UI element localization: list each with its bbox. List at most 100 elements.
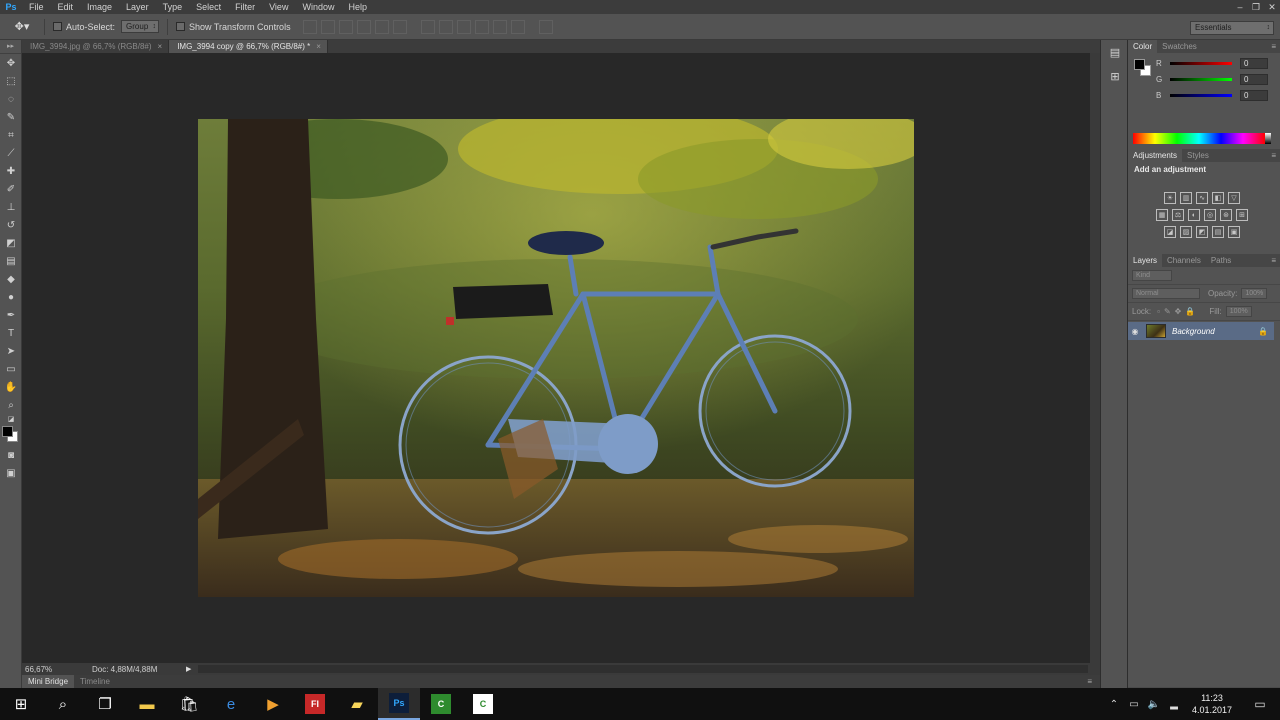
tab-mini-bridge[interactable]: Mini Bridge — [22, 675, 75, 688]
network-icon[interactable]: ▂ — [1164, 699, 1184, 710]
color-lookup-icon[interactable]: ⊞ — [1236, 209, 1248, 221]
gradient-tool-icon[interactable]: ▤ — [0, 252, 22, 270]
brightness-contrast-icon[interactable]: ☀ — [1164, 192, 1176, 204]
screen-mode-icon[interactable]: ▣ — [0, 464, 22, 482]
tab-timeline[interactable]: Timeline — [74, 675, 116, 688]
tab-swatches[interactable]: Swatches — [1157, 40, 1202, 53]
taskbar-clock[interactable]: 11:23 4.01.2017 — [1184, 692, 1240, 716]
tab-img-3994-copy[interactable]: IMG_3994 copy @ 66,7% (RGB/8#) * × — [169, 40, 328, 53]
start-button[interactable]: ⊞ — [0, 688, 42, 720]
file-explorer-button[interactable]: ▬ — [126, 688, 168, 720]
tab-color[interactable]: Color — [1128, 40, 1158, 53]
blue-value-field[interactable]: 0 — [1240, 89, 1268, 101]
hue-saturation-icon[interactable]: ▦ — [1156, 209, 1168, 221]
auto-select-dropdown[interactable]: Group — [121, 20, 160, 33]
panel-menu-icon[interactable]: ≡ — [1271, 40, 1276, 53]
history-panel-icon[interactable]: ▤ — [1101, 40, 1129, 64]
tray-expand-icon[interactable]: ⌃ — [1104, 699, 1124, 710]
zoom-tool-icon[interactable]: ⌕ — [0, 396, 22, 414]
panel-grip-icon[interactable]: ▸▸ — [0, 40, 21, 54]
align-vcenter-icon[interactable] — [320, 19, 335, 34]
dodge-tool-icon[interactable]: ● — [0, 288, 22, 306]
tab-img-3994[interactable]: IMG_3994.jpg @ 66,7% (RGB/8#) × — [22, 40, 170, 53]
auto-select-checkbox[interactable] — [53, 22, 62, 31]
opacity-field[interactable]: 100% — [1241, 288, 1268, 299]
store-button[interactable]: 🛍 — [168, 688, 210, 720]
invert-icon[interactable]: ◪ — [1164, 226, 1176, 238]
edge-button[interactable]: e — [210, 688, 252, 720]
vibrance-icon[interactable]: ▽ — [1228, 192, 1240, 204]
photo-filter-icon[interactable]: ◎ — [1204, 209, 1216, 221]
distribute-hcenter-icon[interactable] — [492, 19, 507, 34]
menu-help[interactable]: Help — [341, 2, 374, 12]
panel-menu-icon[interactable]: ≡ — [1271, 254, 1276, 267]
menu-file[interactable]: File — [22, 2, 51, 12]
auto-align-layers-icon[interactable] — [538, 19, 553, 34]
distribute-vcenter-icon[interactable] — [438, 19, 453, 34]
path-select-tool-icon[interactable]: ➤ — [0, 342, 22, 360]
blur-tool-icon[interactable]: ◆ — [0, 270, 22, 288]
menu-type[interactable]: Type — [156, 2, 190, 12]
menu-select[interactable]: Select — [189, 2, 228, 12]
blend-mode-select[interactable]: Normal — [1132, 288, 1200, 299]
channel-mixer-icon[interactable]: ⊛ — [1220, 209, 1232, 221]
layer-background[interactable]: ◉ Background 🔒 — [1128, 322, 1274, 340]
brush-tool-icon[interactable]: ✐ — [0, 180, 22, 198]
minimize-button[interactable]: – — [1232, 0, 1248, 14]
align-hcenter-icon[interactable] — [374, 19, 389, 34]
green-app-taskbar-button[interactable]: C — [420, 688, 462, 720]
fill-field[interactable]: 100% — [1225, 306, 1252, 317]
media-player-button[interactable]: ▶ — [252, 688, 294, 720]
distribute-top-icon[interactable] — [420, 19, 435, 34]
search-button[interactable]: ⌕ — [42, 688, 84, 720]
color-spectrum-ramp[interactable] — [1133, 133, 1271, 144]
type-tool-icon[interactable]: T — [0, 324, 22, 342]
eyedropper-tool-icon[interactable]: ⟋ — [0, 144, 22, 162]
document-canvas-image[interactable] — [198, 119, 914, 597]
move-tool-icon[interactable]: ✥ — [0, 54, 22, 72]
tab-adjustments[interactable]: Adjustments — [1128, 149, 1183, 162]
show-transform-checkbox[interactable] — [176, 22, 186, 31]
workspace-switcher[interactable]: Essentials — [1190, 21, 1274, 35]
lock-icons[interactable]: ▫✎✥🔒 — [1157, 307, 1199, 316]
distribute-right-icon[interactable] — [510, 19, 525, 34]
marquee-tool-icon[interactable]: ⬚ — [0, 72, 22, 90]
threshold-icon[interactable]: ◩ — [1196, 226, 1208, 238]
foreground-color-swatch[interactable] — [1134, 59, 1145, 70]
tab-paths[interactable]: Paths — [1206, 254, 1236, 267]
color-swatches[interactable] — [0, 424, 22, 446]
crop-tool-icon[interactable]: ⌗ — [0, 126, 22, 144]
task-view-button[interactable]: ❐ — [84, 688, 126, 720]
quick-mask-icon[interactable]: ◙ — [0, 446, 22, 464]
tab-styles[interactable]: Styles — [1182, 149, 1214, 162]
posterize-icon[interactable]: ▨ — [1180, 226, 1192, 238]
menu-edit[interactable]: Edit — [51, 2, 81, 12]
clone-stamp-tool-icon[interactable]: ⊥ — [0, 198, 22, 216]
close-tab-icon[interactable]: × — [316, 42, 321, 51]
camtasia-taskbar-button[interactable]: C — [462, 688, 504, 720]
lasso-tool-icon[interactable]: ◌ — [0, 90, 22, 108]
align-right-icon[interactable] — [392, 19, 407, 34]
green-slider[interactable] — [1170, 77, 1232, 81]
color-fg-bg-swatch[interactable] — [1134, 59, 1152, 77]
distribute-left-icon[interactable] — [474, 19, 489, 34]
menu-image[interactable]: Image — [80, 2, 119, 12]
close-button[interactable]: ✕ — [1264, 0, 1280, 14]
curves-icon[interactable]: ∿ — [1196, 192, 1208, 204]
default-colors-icon[interactable]: ◪ — [0, 414, 22, 424]
align-bottom-icon[interactable] — [338, 19, 353, 34]
properties-panel-icon[interactable]: ⊞ — [1101, 64, 1129, 88]
horizontal-scrollbar[interactable] — [198, 665, 1088, 673]
blue-slider[interactable] — [1170, 93, 1232, 97]
color-balance-icon[interactable]: ⚖ — [1172, 209, 1184, 221]
distribute-bottom-icon[interactable] — [456, 19, 471, 34]
volume-icon[interactable]: 🔈 — [1144, 699, 1164, 710]
status-menu-arrow-icon[interactable]: ▶ — [186, 665, 191, 673]
panel-menu-icon[interactable]: ≡ — [1087, 675, 1092, 688]
align-left-icon[interactable] — [356, 19, 371, 34]
layer-kind-filter[interactable]: Kind — [1132, 270, 1172, 281]
quick-select-tool-icon[interactable]: ✎ — [0, 108, 22, 126]
move-tool-preset-icon[interactable]: ✥▾ — [4, 17, 40, 37]
vertical-scrollbar[interactable] — [1090, 53, 1100, 663]
selective-color-icon[interactable]: ▣ — [1228, 226, 1240, 238]
